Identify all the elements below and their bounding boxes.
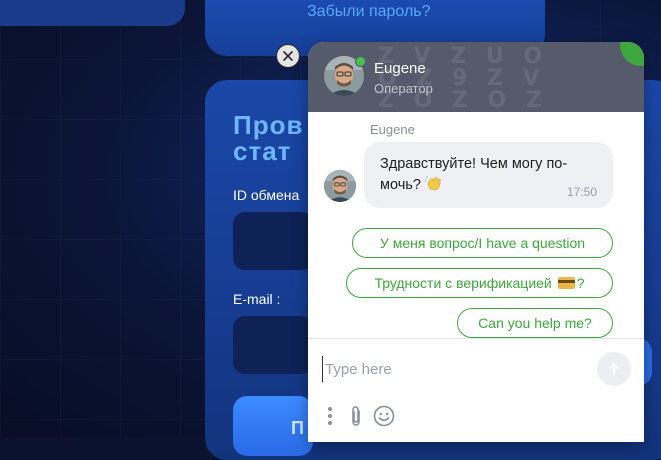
chat-header: Z V Z U O O Z 9 Z V Z O Z O Z Eugene Опе… xyxy=(308,42,644,112)
email-label: E-mail : xyxy=(233,291,281,307)
more-options-button[interactable] xyxy=(324,404,336,428)
quick-reply-verification[interactable]: Трудности с верификацией ? xyxy=(346,268,613,298)
input-divider xyxy=(308,338,644,339)
more-vertical-icon xyxy=(328,407,332,425)
close-chat-button[interactable] xyxy=(276,44,300,68)
arrow-up-icon xyxy=(609,363,619,375)
message-input[interactable] xyxy=(322,356,587,382)
emoji-button[interactable] xyxy=(372,404,396,428)
message-bubble: Здравствуйте! Чем могу по-мочь? 17:50 xyxy=(364,142,613,208)
quick-reply-help[interactable]: Can you help me? xyxy=(457,308,613,338)
attach-file-button[interactable] xyxy=(346,404,366,428)
quick-reply-suffix: ? xyxy=(576,275,585,291)
send-button[interactable] xyxy=(597,352,631,386)
quick-reply-label: Can you help me? xyxy=(478,315,592,331)
smiley-icon xyxy=(373,405,395,427)
waving-hand-icon xyxy=(425,175,441,191)
submit-button[interactable]: П xyxy=(233,396,313,456)
message-sender: Eugene xyxy=(370,122,415,137)
credit-card-icon xyxy=(557,277,575,289)
quick-reply-label: Трудности с верификацией xyxy=(374,275,552,291)
form-title: Пров стат xyxy=(233,112,304,164)
chat-widget: Z V Z U O O Z 9 Z V Z O Z O Z Eugene Опе… xyxy=(308,42,644,442)
online-status-dot xyxy=(355,56,366,67)
message-text: Здравствуйте! Чем могу по-мочь? xyxy=(380,156,568,193)
forgot-password-link[interactable]: Забыли пароль? xyxy=(307,3,431,21)
message-time: 17:50 xyxy=(566,185,597,199)
background-panel xyxy=(0,0,185,26)
operator-name: Eugene xyxy=(374,60,426,77)
quick-reply-question[interactable]: У меня вопрос/I have a question xyxy=(352,228,613,258)
close-icon xyxy=(283,51,293,61)
message-avatar xyxy=(324,170,356,202)
operator-role: Оператор xyxy=(374,81,433,96)
quick-reply-label: У меня вопрос/I have a question xyxy=(379,235,586,251)
email-field[interactable] xyxy=(233,316,313,374)
message-text-wrap: Здравствуйте! Чем могу по-мочь? xyxy=(380,154,583,196)
exchange-id-field[interactable] xyxy=(233,212,313,270)
paperclip-icon xyxy=(352,406,360,426)
exchange-id-label: ID обмена xyxy=(233,187,300,203)
